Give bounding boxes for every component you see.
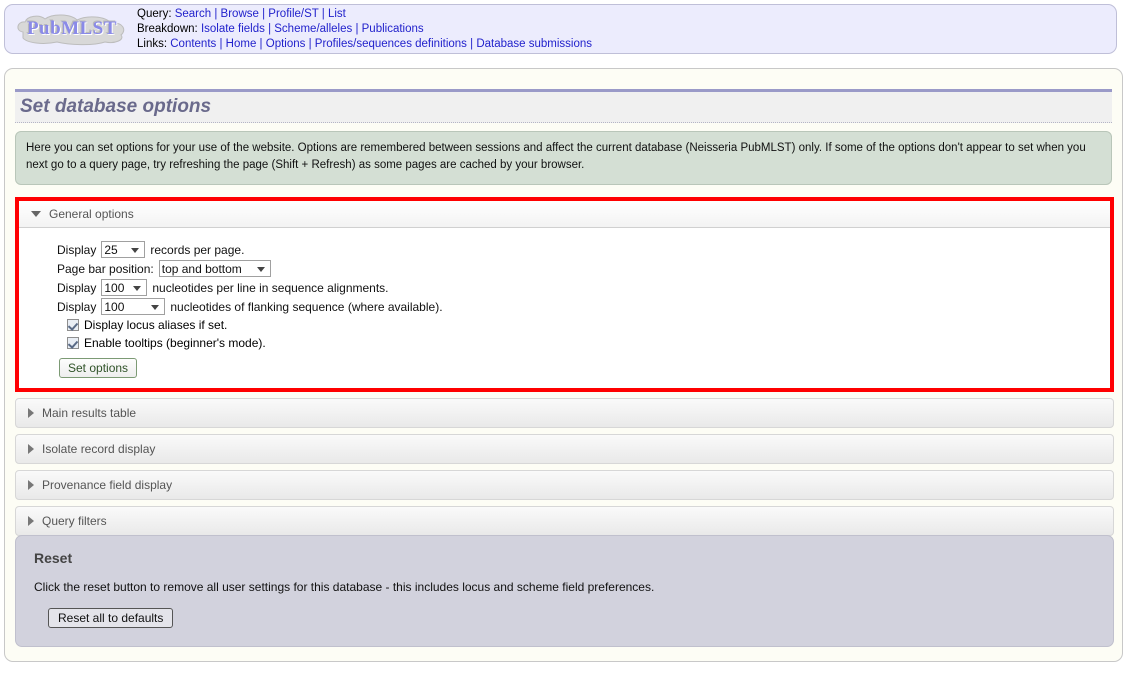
flanking-sequence-select-wrap: 100 [101, 298, 166, 315]
nav-link-list[interactable]: List [328, 8, 346, 20]
option-row-page-bar-position: Page bar position: top and bottom [57, 259, 1110, 278]
options-accordion: General options Display 25 records per p… [15, 197, 1114, 542]
records-per-page-select[interactable]: 25 [101, 241, 146, 258]
checkbox-locus-aliases[interactable] [67, 319, 79, 331]
section-isolate-record-display[interactable]: Isolate record display [15, 434, 1114, 464]
pagebar-label-before: Page bar position: [57, 261, 154, 276]
reset-panel: Reset Click the reset button to remove a… [15, 535, 1114, 647]
nav-link-publications[interactable]: Publications [362, 23, 424, 35]
nav-link-browse[interactable]: Browse [221, 8, 259, 20]
section-main-results-table-label: Main results table [42, 406, 137, 420]
chevron-right-icon [28, 444, 34, 454]
page-title: Set database options [15, 89, 1112, 123]
nav-link-scheme-alleles[interactable]: Scheme/alleles [274, 23, 352, 35]
set-options-button[interactable]: Set options [59, 358, 138, 378]
checkbox-enable-tooltips[interactable] [67, 337, 79, 349]
nav-link-profiles-sequences-definitions[interactable]: Profiles/sequences definitions [315, 38, 467, 50]
checkbox-enable-tooltips-label: Enable tooltips (beginner's mode). [84, 336, 266, 350]
section-general-options-header[interactable]: General options [19, 201, 1110, 228]
nav-row-breakdown: Breakdown: Isolate fields | Scheme/allel… [137, 22, 424, 35]
nav-link-options[interactable]: Options [266, 38, 306, 50]
chevron-right-icon [28, 408, 34, 418]
section-general-options: General options Display 25 records per p… [15, 197, 1114, 392]
nav-link-profile-st[interactable]: Profile/ST [268, 8, 318, 20]
page-bar-position-select-wrap: top and bottom [158, 260, 271, 277]
page-bar-position-select[interactable]: top and bottom [158, 260, 271, 277]
flanking-label-after: nucleotides of flanking sequence (where … [170, 299, 443, 314]
nucleotides-per-line-select-wrap: 100 [101, 279, 148, 296]
section-isolate-record-display-label: Isolate record display [42, 442, 156, 456]
logo-text: PubMLST [26, 18, 118, 39]
flanking-sequence-select[interactable]: 100 [101, 298, 166, 315]
records-label-before: Display [57, 242, 97, 257]
reset-description: Click the reset button to remove all use… [34, 580, 655, 594]
nav-link-isolate-fields[interactable]: Isolate fields [201, 23, 265, 35]
reset-all-to-defaults-button[interactable]: Reset all to defaults [48, 608, 174, 628]
nav-link-contents[interactable]: Contents [170, 38, 216, 50]
nav-row-query-label: Query: [137, 7, 172, 20]
nav-row-breakdown-label: Breakdown: [137, 22, 198, 35]
nav-row-links: Links: Contents | Home | Options | Profi… [137, 37, 593, 50]
info-box: Here you can set options for your use of… [15, 131, 1112, 185]
site-header-panel: PubMLST Query: Search | Browse | Profile… [4, 4, 1117, 54]
nuc-per-line-label-before: Display [57, 280, 97, 295]
chevron-down-icon [31, 211, 41, 217]
nuc-per-line-label-after: nucleotides per line in sequence alignme… [152, 280, 389, 295]
section-provenance-field-display[interactable]: Provenance field display [15, 470, 1114, 500]
nav-row-query: Query: Search | Browse | Profile/ST | Li… [137, 7, 346, 20]
section-general-options-body: Display 25 records per page. Page bar po… [19, 228, 1110, 388]
option-row-nucleotides-per-line: Display 100 nucleotides per line in sequ… [57, 278, 1110, 297]
section-query-filters-label: Query filters [42, 514, 107, 528]
option-row-flanking-sequence: Display 100 nucleotides of flanking sequ… [57, 297, 1110, 316]
nav-links-block: Query: Search | Browse | Profile/ST | Li… [137, 7, 592, 52]
section-main-results-table[interactable]: Main results table [15, 398, 1114, 428]
option-row-records-per-page: Display 25 records per page. [57, 240, 1110, 259]
chevron-right-icon [28, 480, 34, 490]
nucleotides-per-line-select[interactable]: 100 [101, 279, 148, 296]
flanking-label-before: Display [57, 299, 97, 314]
reset-title: Reset [34, 550, 73, 566]
nav-link-home[interactable]: Home [226, 38, 257, 50]
records-label-after: records per page. [150, 242, 245, 257]
chevron-right-icon [28, 516, 34, 526]
pubmlst-logo[interactable]: PubMLST [13, 12, 131, 46]
section-provenance-field-display-label: Provenance field display [42, 478, 173, 492]
main-content-container: Set database options Here you can set op… [4, 68, 1123, 662]
nav-link-search[interactable]: Search [175, 8, 211, 20]
records-per-page-select-wrap: 25 [101, 241, 146, 258]
section-query-filters[interactable]: Query filters [15, 506, 1114, 536]
checkbox-row-enable-tooltips[interactable]: Enable tooltips (beginner's mode). [57, 334, 1110, 352]
nav-link-database-submissions[interactable]: Database submissions [476, 38, 592, 50]
section-general-options-label: General options [49, 207, 134, 221]
nav-row-links-label: Links: [137, 37, 168, 50]
checkbox-locus-aliases-label: Display locus aliases if set. [84, 318, 228, 332]
checkbox-row-locus-aliases[interactable]: Display locus aliases if set. [57, 316, 1110, 334]
